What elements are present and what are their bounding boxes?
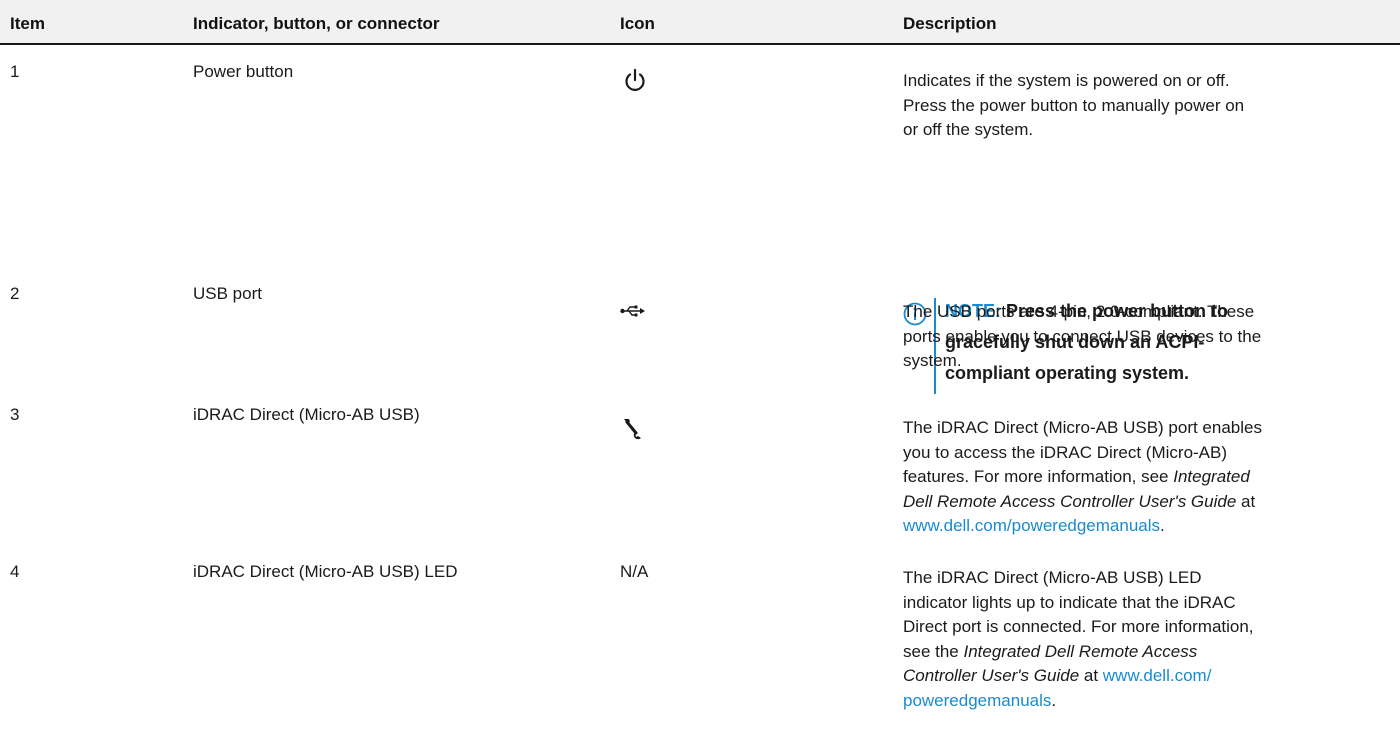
header-item: Item [10,14,45,33]
poweredge-manuals-link-part1[interactable]: www.dell.com/ [1103,666,1212,685]
row-icon-text: N/A [620,562,649,581]
usb-icon [620,305,646,317]
table-header: Item Indicator, button, or connector Ico… [0,0,1400,45]
row-item-number: 2 [10,284,20,303]
row-component-name: iDRAC Direct (Micro-AB USB) LED [193,562,458,581]
row-description: The iDRAC Direct (Micro-AB USB) port ena… [903,418,1262,535]
header-description: Description [903,14,997,33]
row-item-number: 1 [10,62,20,81]
row-description: The iDRAC Direct (Micro-AB USB) LED indi… [903,568,1254,710]
poweredge-manuals-link[interactable]: www.dell.com/poweredgemanuals [903,516,1160,535]
poweredge-manuals-link-part2[interactable]: poweredgemanuals [903,691,1051,710]
row-item-number: 4 [10,562,20,581]
row-item-number: 3 [10,405,20,424]
row-component-name: USB port [193,284,262,303]
row-component-name: iDRAC Direct (Micro-AB USB) [193,405,420,424]
header-icon: Icon [620,14,655,33]
row-description: Indicates if the system is powered on or… [903,71,1245,139]
row-description: The USB ports are 4-pin, 2.0-compliant. … [903,302,1262,370]
header-indicator: Indicator, button, or connector [193,14,440,33]
row-component-name: Power button [193,62,294,81]
component-table: Item Indicator, button, or connector Ico… [0,0,1400,729]
power-icon [623,68,647,94]
wrench-icon [621,417,643,441]
